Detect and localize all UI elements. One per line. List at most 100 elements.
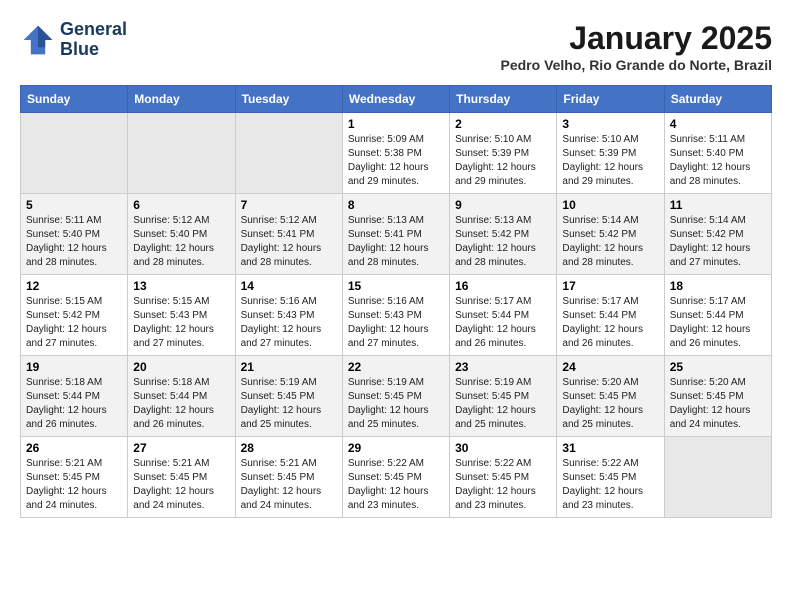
day-number: 16 [455,279,551,293]
day-info: Sunrise: 5:10 AM Sunset: 5:39 PM Dayligh… [455,133,551,189]
day-number: 9 [455,198,551,212]
calendar-cell: 23 Sunrise: 5:19 AM Sunset: 5:45 PM Dayli… [450,356,557,437]
calendar-cell: 18Sunrise: 5:17 AM Sunset: 5:44 PM Dayli… [664,275,771,356]
calendar-cell: 24 Sunrise: 5:20 AM Sunset: 5:45 PM Dayli… [557,356,664,437]
calendar-cell: 17 Sunrise: 5:17 AM Sunset: 5:44 PM Dayli… [557,275,664,356]
day-info: Sunrise: 5:22 AM Sunset: 5:45 PM Dayligh… [348,457,444,513]
day-number: 28 [241,441,337,455]
day-info: Sunrise: 5:13 AM Sunset: 5:42 PM Dayligh… [455,214,551,270]
day-number: 17 [562,279,658,293]
week-row-3: 19Sunrise: 5:18 AM Sunset: 5:44 PM Dayli… [21,356,772,437]
day-info: Sunrise: 5:11 AM Sunset: 5:40 PM Dayligh… [26,214,122,270]
day-info: Sunrise: 5:20 AM Sunset: 5:45 PM Dayligh… [562,376,658,432]
calendar-cell [235,113,342,194]
calendar-cell: 26Sunrise: 5:21 AM Sunset: 5:45 PM Dayli… [21,437,128,518]
day-number: 22 [348,360,444,374]
day-info: Sunrise: 5:09 AM Sunset: 5:38 PM Dayligh… [348,133,444,189]
calendar-cell: 10 Sunrise: 5:14 AM Sunset: 5:42 PM Dayli… [557,194,664,275]
calendar-cell: 31 Sunrise: 5:22 AM Sunset: 5:45 PM Dayli… [557,437,664,518]
day-info: Sunrise: 5:22 AM Sunset: 5:45 PM Dayligh… [562,457,658,513]
day-info: Sunrise: 5:22 AM Sunset: 5:45 PM Dayligh… [455,457,551,513]
day-number: 19 [26,360,122,374]
logo-icon [20,22,56,58]
calendar-header: SundayMondayTuesdayWednesdayThursdayFrid… [21,86,772,113]
calendar-cell: 8 Sunrise: 5:13 AM Sunset: 5:41 PM Daylig… [342,194,449,275]
calendar-cell: 27 Sunrise: 5:21 AM Sunset: 5:45 PM Dayli… [128,437,235,518]
calendar-cell: 1 Sunrise: 5:09 AM Sunset: 5:38 PM Daylig… [342,113,449,194]
calendar-cell: 11Sunrise: 5:14 AM Sunset: 5:42 PM Dayli… [664,194,771,275]
day-info: Sunrise: 5:21 AM Sunset: 5:45 PM Dayligh… [241,457,337,513]
calendar-cell: 28 Sunrise: 5:21 AM Sunset: 5:45 PM Dayli… [235,437,342,518]
calendar-cell: 5 Sunrise: 5:11 AM Sunset: 5:40 PM Daylig… [21,194,128,275]
calendar-cell [664,437,771,518]
day-number: 7 [241,198,337,212]
header-monday: Monday [128,86,235,113]
week-row-4: 26 Sunrise: 5:21 AM Sunset: 5:45 PM Dayli… [21,437,772,518]
calendar-cell: 3Sunrise: 5:10 AM Sunset: 5:39 PM Daylig… [557,113,664,194]
calendar-cell: 7Sunrise: 5:12 AM Sunset: 5:41 PM Daylig… [235,194,342,275]
title-section: January 2025 Pedro Velho, Rio Grande do … [501,20,773,73]
day-info: Sunrise: 5:14 AM Sunset: 5:42 PM Dayligh… [562,214,658,270]
calendar-cell [128,113,235,194]
day-info: Sunrise: 5:17 AM Sunset: 5:44 PM Dayligh… [670,295,766,351]
header-thursday: Thursday [450,86,557,113]
day-number: 26 [26,441,122,455]
day-number: 13 [133,279,229,293]
calendar-cell [21,113,128,194]
day-number: 12 [26,279,122,293]
day-info: Sunrise: 5:17 AM Sunset: 5:44 PM Dayligh… [455,295,551,351]
day-number: 25 [670,360,766,374]
day-number: 24 [562,360,658,374]
day-number: 20 [133,360,229,374]
day-number: 10 [562,198,658,212]
calendar-cell: 22Sunrise: 5:19 AM Sunset: 5:45 PM Dayli… [342,356,449,437]
logo: General Blue [20,20,127,60]
calendar-cell: 14 Sunrise: 5:16 AM Sunset: 5:43 PM Dayli… [235,275,342,356]
day-number: 1 [348,117,444,131]
day-info: Sunrise: 5:17 AM Sunset: 5:44 PM Dayligh… [562,295,658,351]
day-info: Sunrise: 5:12 AM Sunset: 5:40 PM Dayligh… [133,214,229,270]
header-wednesday: Wednesday [342,86,449,113]
calendar-cell: 19Sunrise: 5:18 AM Sunset: 5:44 PM Dayli… [21,356,128,437]
day-number: 21 [241,360,337,374]
day-info: Sunrise: 5:21 AM Sunset: 5:45 PM Dayligh… [133,457,229,513]
day-number: 15 [348,279,444,293]
day-number: 6 [133,198,229,212]
page-header: General Blue January 2025 Pedro Velho, R… [20,20,772,73]
header-row: SundayMondayTuesdayWednesdayThursdayFrid… [21,86,772,113]
day-info: Sunrise: 5:20 AM Sunset: 5:45 PM Dayligh… [670,376,766,432]
day-number: 29 [348,441,444,455]
day-info: Sunrise: 5:15 AM Sunset: 5:43 PM Dayligh… [133,295,229,351]
logo-line2: Blue [60,40,127,60]
day-info: Sunrise: 5:11 AM Sunset: 5:40 PM Dayligh… [670,133,766,189]
calendar-cell: 30Sunrise: 5:22 AM Sunset: 5:45 PM Dayli… [450,437,557,518]
day-number: 4 [670,117,766,131]
day-number: 2 [455,117,551,131]
day-info: Sunrise: 5:13 AM Sunset: 5:41 PM Dayligh… [348,214,444,270]
logo-line1: General [60,20,127,40]
week-row-2: 12 Sunrise: 5:15 AM Sunset: 5:42 PM Dayli… [21,275,772,356]
header-friday: Friday [557,86,664,113]
header-tuesday: Tuesday [235,86,342,113]
calendar-cell: 29 Sunrise: 5:22 AM Sunset: 5:45 PM Dayli… [342,437,449,518]
day-info: Sunrise: 5:19 AM Sunset: 5:45 PM Dayligh… [241,376,337,432]
day-info: Sunrise: 5:19 AM Sunset: 5:45 PM Dayligh… [455,376,551,432]
day-number: 27 [133,441,229,455]
day-number: 8 [348,198,444,212]
calendar-cell: 9 Sunrise: 5:13 AM Sunset: 5:42 PM Daylig… [450,194,557,275]
calendar-title: January 2025 [501,20,773,57]
calendar-cell: 20Sunrise: 5:18 AM Sunset: 5:44 PM Dayli… [128,356,235,437]
day-info: Sunrise: 5:14 AM Sunset: 5:42 PM Dayligh… [670,214,766,270]
day-number: 23 [455,360,551,374]
day-number: 5 [26,198,122,212]
day-info: Sunrise: 5:16 AM Sunset: 5:43 PM Dayligh… [241,295,337,351]
calendar-cell: 2 Sunrise: 5:10 AM Sunset: 5:39 PM Daylig… [450,113,557,194]
logo-text: General Blue [60,20,127,60]
day-number: 14 [241,279,337,293]
day-number: 31 [562,441,658,455]
calendar-cell: 25 Sunrise: 5:20 AM Sunset: 5:45 PM Dayli… [664,356,771,437]
calendar-cell: 4 Sunrise: 5:11 AM Sunset: 5:40 PM Daylig… [664,113,771,194]
calendar-body: 1 Sunrise: 5:09 AM Sunset: 5:38 PM Daylig… [21,113,772,518]
day-info: Sunrise: 5:15 AM Sunset: 5:42 PM Dayligh… [26,295,122,351]
calendar-cell: 15Sunrise: 5:16 AM Sunset: 5:43 PM Dayli… [342,275,449,356]
